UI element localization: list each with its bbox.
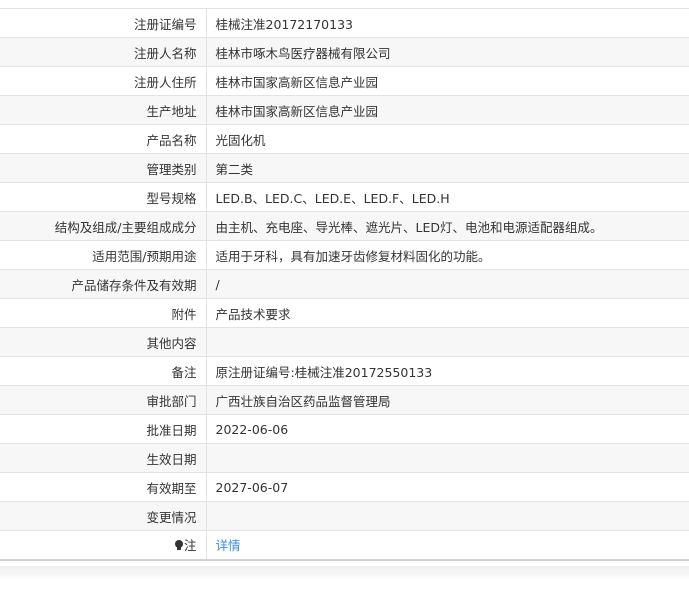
field-label: 适用范围/预期用途: [0, 240, 207, 270]
field-value: LED.B、LED.C、LED.E、LED.F、LED.H: [206, 182, 689, 212]
field-label: 附件: [0, 298, 207, 328]
field-value: /: [206, 269, 689, 299]
table-row: 备注 原注册证编号:桂械注准20172550133: [0, 356, 689, 386]
table-row: 批准日期 2022-06-06: [0, 414, 689, 444]
field-label: 批准日期: [0, 414, 207, 444]
table-row: 产品名称 光固化机: [0, 124, 689, 154]
field-label: 产品储存条件及有效期: [0, 269, 207, 299]
field-label: 其他内容: [0, 327, 207, 357]
field-label: 注册人住所: [0, 66, 207, 96]
table-row: 生产地址 桂林市国家高新区信息产业园: [0, 95, 689, 125]
field-label: 审批部门: [0, 385, 207, 415]
table-row: 注册证编号 桂械注准20172170133: [0, 8, 689, 38]
field-label: 有效期至: [0, 472, 207, 502]
field-label: 备注: [0, 356, 207, 386]
field-label: 产品名称: [0, 124, 207, 154]
field-value: 桂林市啄木鸟医疗器械有限公司: [206, 37, 689, 67]
registration-detail-table: 注册证编号 桂械注准20172170133 注册人名称 桂林市啄木鸟医疗器械有限…: [0, 8, 689, 561]
field-value: 2022-06-06: [206, 414, 689, 444]
note-row: 注 详情: [0, 530, 689, 561]
table-row: 型号规格 LED.B、LED.C、LED.E、LED.F、LED.H: [0, 182, 689, 212]
bottom-shadow-divider: [0, 566, 689, 580]
field-value: 适用于牙科，具有加速牙齿修复材料固化的功能。: [206, 240, 689, 270]
field-value: 第二类: [206, 153, 689, 183]
field-label: 管理类别: [0, 153, 207, 183]
field-label: 注册证编号: [0, 8, 207, 38]
field-value: 广西壮族自治区药品监督管理局: [206, 385, 689, 415]
table-row: 管理类别 第二类: [0, 153, 689, 183]
note-label-cell: 注: [0, 530, 207, 561]
field-value: 桂林市国家高新区信息产业园: [206, 66, 689, 96]
table-row: 审批部门 广西壮族自治区药品监督管理局: [0, 385, 689, 415]
field-label: 结构及组成/主要组成成分: [0, 211, 207, 241]
note-value-cell: 详情: [206, 530, 689, 561]
field-value: 桂林市国家高新区信息产业园: [206, 95, 689, 125]
note-label: 注: [183, 538, 197, 554]
details-link[interactable]: 详情: [216, 538, 241, 553]
table-row: 注册人住所 桂林市国家高新区信息产业园: [0, 66, 689, 96]
table-row: 变更情况: [0, 501, 689, 531]
field-label: 型号规格: [0, 182, 207, 212]
table-row: 适用范围/预期用途 适用于牙科，具有加速牙齿修复材料固化的功能。: [0, 240, 689, 270]
lightbulb-icon: [174, 540, 183, 551]
field-value: 由主机、充电座、导光棒、遮光片、LED灯、电池和电源适配器组成。: [206, 211, 689, 241]
field-value: [206, 501, 689, 531]
field-value: [206, 443, 689, 473]
field-label: 注册人名称: [0, 37, 207, 67]
table-row: 结构及组成/主要组成成分 由主机、充电座、导光棒、遮光片、LED灯、电池和电源适…: [0, 211, 689, 241]
field-label: 生效日期: [0, 443, 207, 473]
table-row: 附件 产品技术要求: [0, 298, 689, 328]
table-row: 注册人名称 桂林市啄木鸟医疗器械有限公司: [0, 37, 689, 67]
field-value: 2027-06-07: [206, 472, 689, 502]
field-value: [206, 327, 689, 357]
table-row: 有效期至 2027-06-07: [0, 472, 689, 502]
field-value: 原注册证编号:桂械注准20172550133: [206, 356, 689, 386]
field-value: 桂械注准20172170133: [206, 8, 689, 38]
table-row: 生效日期: [0, 443, 689, 473]
field-label: 生产地址: [0, 95, 207, 125]
field-value: 产品技术要求: [206, 298, 689, 328]
table-row: 其他内容: [0, 327, 689, 357]
table-row: 产品储存条件及有效期 /: [0, 269, 689, 299]
field-value: 光固化机: [206, 124, 689, 154]
field-label: 变更情况: [0, 501, 207, 531]
